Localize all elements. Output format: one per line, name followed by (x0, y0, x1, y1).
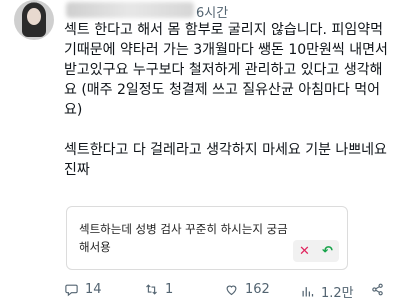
reply-text: 섹트하는데 성병 검사 꾸준히 하시는지 궁금해서용 (79, 222, 288, 254)
avatar[interactable] (14, 0, 54, 40)
reply-actions: ✕ ↶ (293, 240, 339, 262)
reply-count: 14 (85, 282, 102, 297)
undo-arrow-icon[interactable]: ↶ (322, 244, 333, 259)
share-icon (372, 283, 383, 296)
retweet-button[interactable]: 1 (144, 282, 173, 297)
reply-card: 섹트하는데 성병 검사 꾸준히 하시는지 궁금해서용 ✕ ↶ (66, 206, 348, 270)
tweet-actions: 14 1 162 1.2만 (60, 282, 390, 301)
tweet-body: 섹트 한다고 해서 몸 함부로 굴리지 않습니다. 피임약먹기때문에 약타러 가… (64, 20, 394, 180)
retweet-count: 1 (165, 282, 174, 297)
views-count: 1.2만 (321, 286, 354, 301)
avatar-face (27, 8, 41, 25)
tweet-paragraph-1: 섹트 한다고 해서 몸 함부로 굴리지 않습니다. 피임약먹기때문에 약타러 가… (64, 22, 388, 118)
tweet-time[interactable]: 6시간 (196, 2, 228, 21)
tweet-paragraph-2: 섹트한다고 다 걸레라고 생각하지 마세요 기분 나쁘네요 진짜 (64, 142, 387, 178)
close-icon[interactable]: ✕ (299, 244, 310, 259)
share-button[interactable] (370, 282, 385, 297)
bar-chart-icon (302, 287, 314, 297)
heart-icon (226, 285, 237, 296)
username-blurred (66, 2, 194, 18)
retweet-icon (146, 284, 157, 295)
like-button[interactable]: 162 (224, 282, 270, 297)
like-count: 162 (245, 282, 270, 297)
comment-icon (65, 284, 78, 297)
views-button[interactable]: 1.2만 (300, 282, 354, 301)
reply-button[interactable]: 14 (64, 282, 102, 297)
